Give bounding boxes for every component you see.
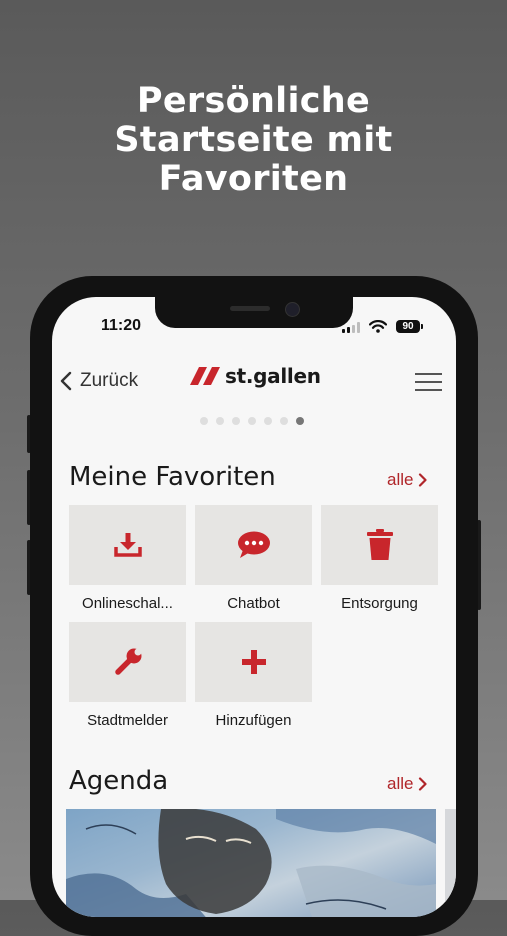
battery-indicator: 90 (396, 320, 423, 333)
page-dot[interactable] (264, 417, 272, 425)
wrench-icon (114, 648, 141, 675)
st-gallen-logo[interactable]: st.gallen (190, 364, 321, 388)
favorite-tile-stadtmelder[interactable]: Stadtmelder (69, 622, 186, 729)
promo-headline: Persönliche Startseite mit Favoriten (0, 82, 507, 199)
page-dot[interactable] (200, 417, 208, 425)
favorite-tile-onlineschalter[interactable]: Onlineschal... (69, 505, 186, 612)
favorites-all-link[interactable]: alle (387, 470, 428, 490)
logo-text: st.gallen (225, 364, 321, 388)
trash-icon (366, 529, 393, 560)
favorite-tile-label: Chatbot (227, 595, 280, 612)
favorites-title: Meine Favoriten (69, 462, 276, 492)
back-button[interactable]: Zurück (60, 370, 138, 392)
favorites-all-label: alle (387, 470, 414, 489)
agenda-artwork-image (66, 809, 436, 917)
agenda-all-link[interactable]: alle (387, 774, 428, 794)
speaker-icon (230, 306, 270, 311)
page-dot[interactable] (248, 417, 256, 425)
favorite-tile-label: Hinzufügen (215, 712, 292, 729)
page-dot[interactable] (232, 417, 240, 425)
plus-icon (241, 650, 266, 674)
cellular-signal-icon (342, 322, 360, 333)
phone-notch (155, 297, 353, 328)
chevron-left-icon (60, 371, 72, 391)
phone-screen: 11:20 90 Zurück st.gallen Meine Favorite… (52, 297, 456, 917)
favorite-tile-add[interactable]: Hinzufügen (195, 622, 312, 729)
favorite-tile-box (195, 622, 312, 702)
favorite-tile-box (321, 505, 438, 585)
favorite-tile-entsorgung[interactable]: Entsorgung (321, 505, 438, 612)
favorite-tile-box (69, 622, 186, 702)
agenda-all-label: alle (387, 774, 414, 793)
back-label: Zurück (80, 370, 139, 391)
wifi-icon (369, 320, 387, 333)
download-icon (113, 533, 142, 557)
chevron-right-icon (419, 473, 428, 487)
page-dot-active[interactable] (296, 417, 304, 425)
favorite-tile-chatbot[interactable]: Chatbot (195, 505, 312, 612)
page-dot[interactable] (280, 417, 288, 425)
camera-icon (285, 302, 300, 317)
favorite-tile-box (69, 505, 186, 585)
chat-bubble-icon (237, 531, 270, 558)
page-dot[interactable] (216, 417, 224, 425)
chevron-right-icon (419, 777, 428, 791)
agenda-next-image[interactable] (445, 809, 456, 917)
favorite-tile-label: Onlineschal... (82, 595, 173, 612)
favorite-tile-label: Stadtmelder (87, 712, 168, 729)
favorite-tile-box (195, 505, 312, 585)
favorite-tile-label: Entsorgung (341, 595, 418, 612)
carousel-page-indicator (200, 417, 304, 425)
hamburger-menu-icon[interactable] (415, 373, 442, 397)
agenda-event-image[interactable] (66, 809, 436, 917)
promo-headline-line-1: Persönliche (136, 81, 371, 121)
logo-stripes-icon (190, 367, 220, 385)
promo-headline-line-3: Favoriten (158, 159, 349, 199)
promo-headline-line-2: Startseite mit (114, 120, 393, 160)
agenda-title: Agenda (69, 766, 169, 796)
status-time: 11:20 (101, 317, 142, 334)
